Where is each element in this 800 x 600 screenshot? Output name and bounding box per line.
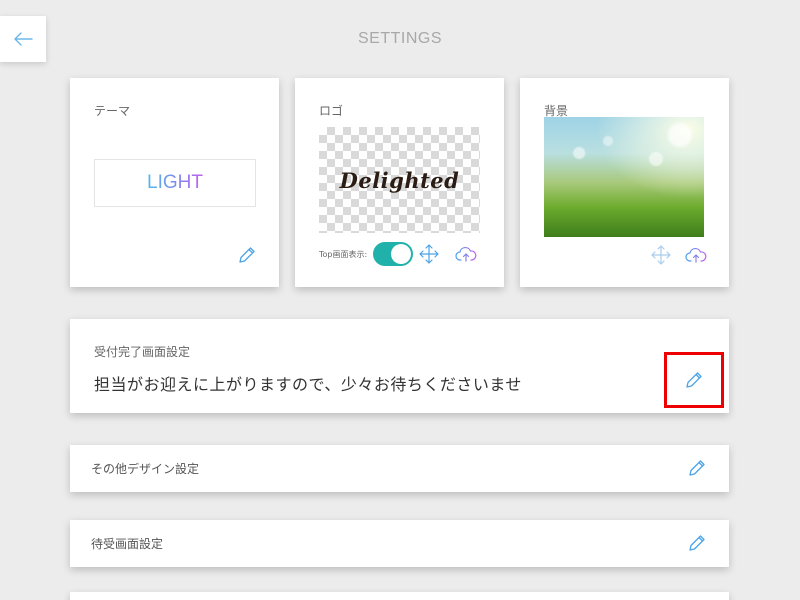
toggle-knob — [391, 244, 412, 264]
move-arrows-icon[interactable] — [419, 244, 439, 264]
standby-settings-card[interactable]: 待受画面設定 — [70, 520, 729, 567]
design-settings-card[interactable]: その他デザイン設定 — [70, 445, 729, 492]
theme-label: テーマ — [94, 104, 131, 118]
theme-card: テーマ LIGHT — [70, 78, 279, 287]
page-title: SETTINGS — [357, 30, 442, 47]
logo-card: ロゴ Delighted Top画面表示: — [295, 78, 504, 287]
background-card: 背景 — [520, 78, 729, 287]
theme-value-box: LIGHT — [94, 159, 256, 207]
reception-edit-button[interactable] — [664, 352, 724, 408]
settings-page: SETTINGS テーマ LIGHT ロゴ Delighted Top画面表示: — [0, 0, 800, 600]
logo-label: ロゴ — [319, 104, 344, 118]
design-settings-label: その他デザイン設定 — [91, 462, 200, 476]
pencil-icon — [684, 370, 704, 390]
logo-controls: Top画面表示: — [319, 240, 485, 268]
next-settings-card[interactable] — [70, 592, 729, 600]
cloud-upload-icon[interactable] — [455, 246, 477, 262]
pencil-icon — [687, 533, 707, 553]
theme-edit-button[interactable] — [237, 245, 257, 265]
logo-preview: Delighted — [319, 127, 480, 233]
theme-value: LIGHT — [147, 172, 203, 193]
logo-image: Delighted — [339, 167, 460, 193]
reception-complete-label: 受付完了画面設定 — [94, 345, 191, 359]
reception-complete-card: 受付完了画面設定 担当がお迎えに上がりますので、少々お待ちくださいませ — [70, 319, 729, 413]
pencil-icon — [687, 458, 707, 478]
pencil-icon — [237, 245, 257, 265]
background-controls — [651, 245, 707, 265]
standby-settings-label: 待受画面設定 — [91, 537, 164, 551]
top-display-toggle[interactable] — [373, 242, 414, 266]
design-edit-button[interactable] — [687, 458, 707, 478]
top-display-label: Top画面表示: — [319, 249, 368, 259]
cloud-upload-icon[interactable] — [685, 247, 707, 263]
reception-complete-message: 担当がお迎えに上がりますので、少々お待ちくださいませ — [94, 375, 522, 394]
background-preview — [544, 117, 704, 237]
standby-edit-button[interactable] — [687, 533, 707, 553]
move-arrows-icon[interactable] — [651, 245, 671, 265]
